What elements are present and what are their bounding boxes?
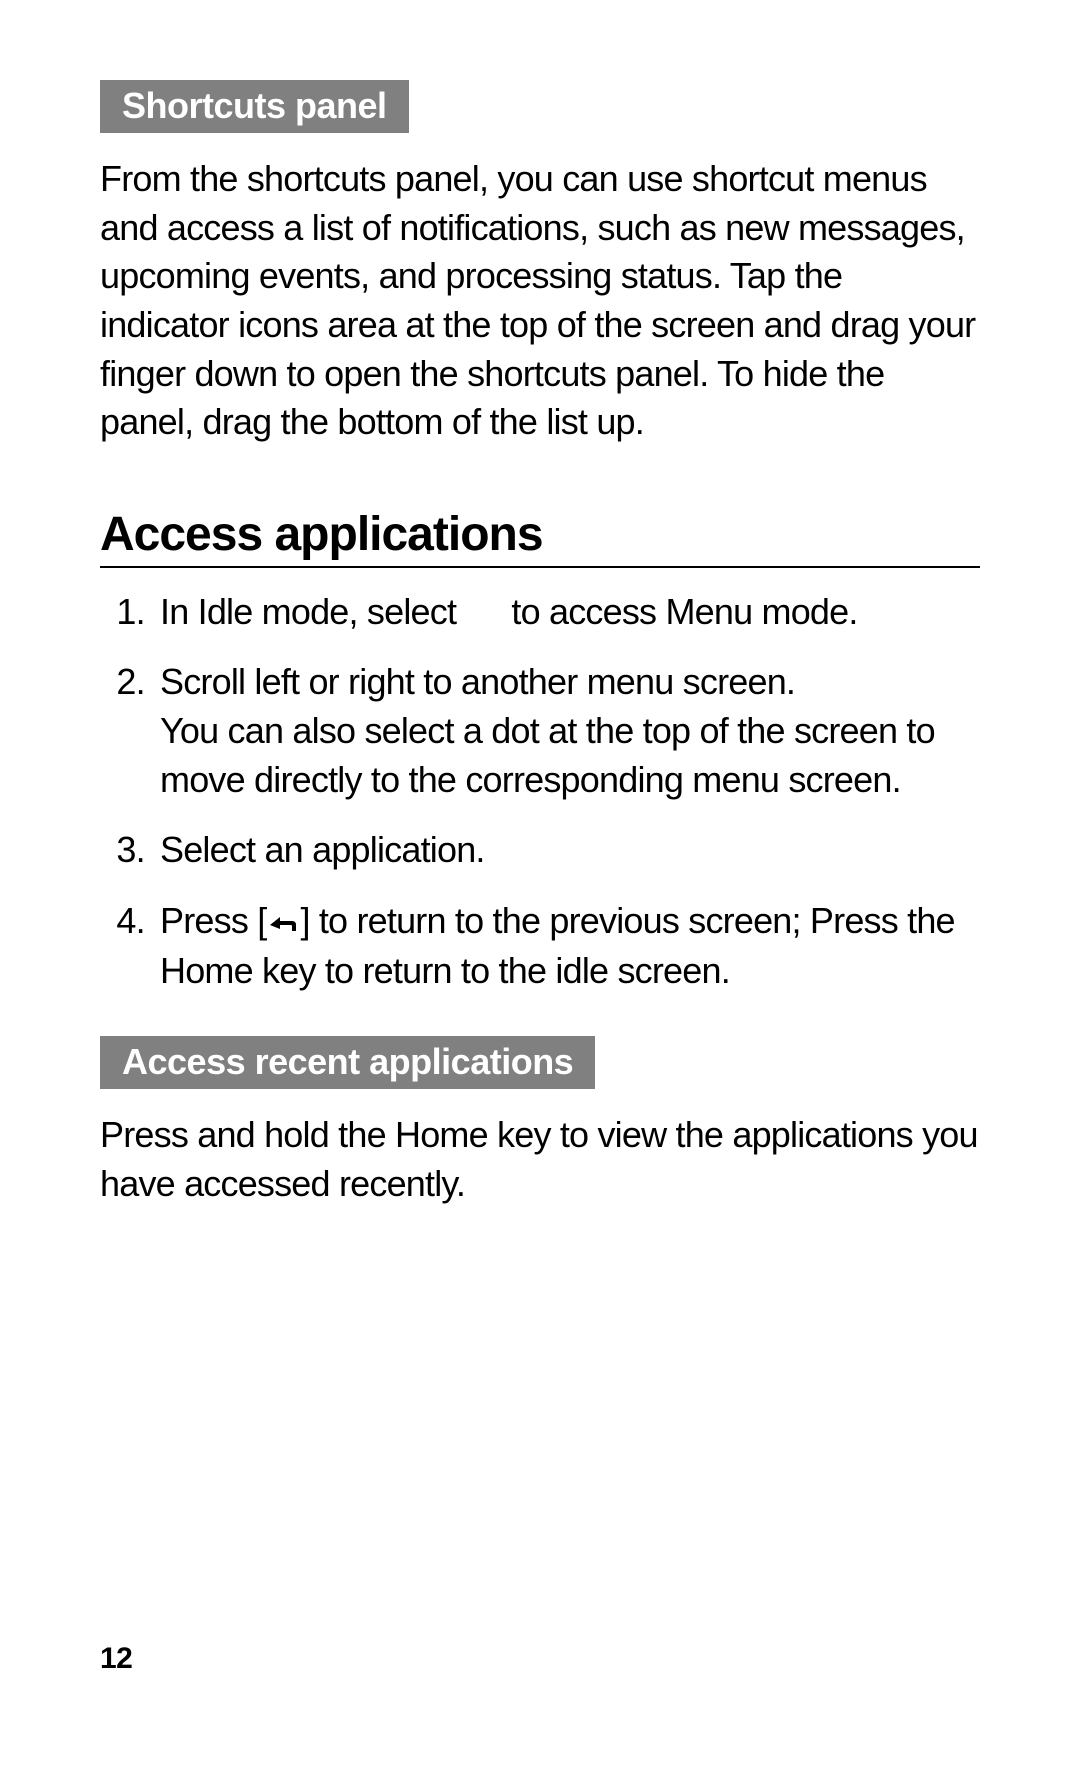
page-number: 12 [100, 1642, 132, 1676]
subheading-access-recent: Access recent applications [100, 1036, 595, 1089]
step-text: You can also select a dot at the top of … [160, 710, 935, 800]
list-item: Scroll left or right to another menu scr… [154, 658, 980, 804]
list-item: Select an application. [154, 826, 980, 875]
ordered-steps-list: In Idle mode, select to access Menu mode… [100, 588, 980, 996]
step-text: Select an application. [160, 829, 485, 870]
list-item: In Idle mode, select to access Menu mode… [154, 588, 980, 637]
paragraph-shortcuts-panel: From the shortcuts panel, you can use sh… [100, 155, 980, 447]
manual-page: Shortcuts panel From the shortcuts panel… [0, 0, 1080, 1771]
subheading-shortcuts-panel: Shortcuts panel [100, 80, 409, 133]
list-item: Press [] to return to the previous scree… [154, 897, 980, 996]
heading-access-applications: Access applications [100, 507, 980, 568]
paragraph-access-recent: Press and hold the Home key to view the … [100, 1111, 980, 1208]
step-text: to access Menu mode. [502, 591, 857, 632]
step-text: In Idle mode, select [160, 591, 465, 632]
back-arrow-icon [266, 899, 300, 948]
step-text: Scroll left or right to another menu scr… [160, 661, 795, 702]
step-text: Press [ [160, 900, 266, 941]
